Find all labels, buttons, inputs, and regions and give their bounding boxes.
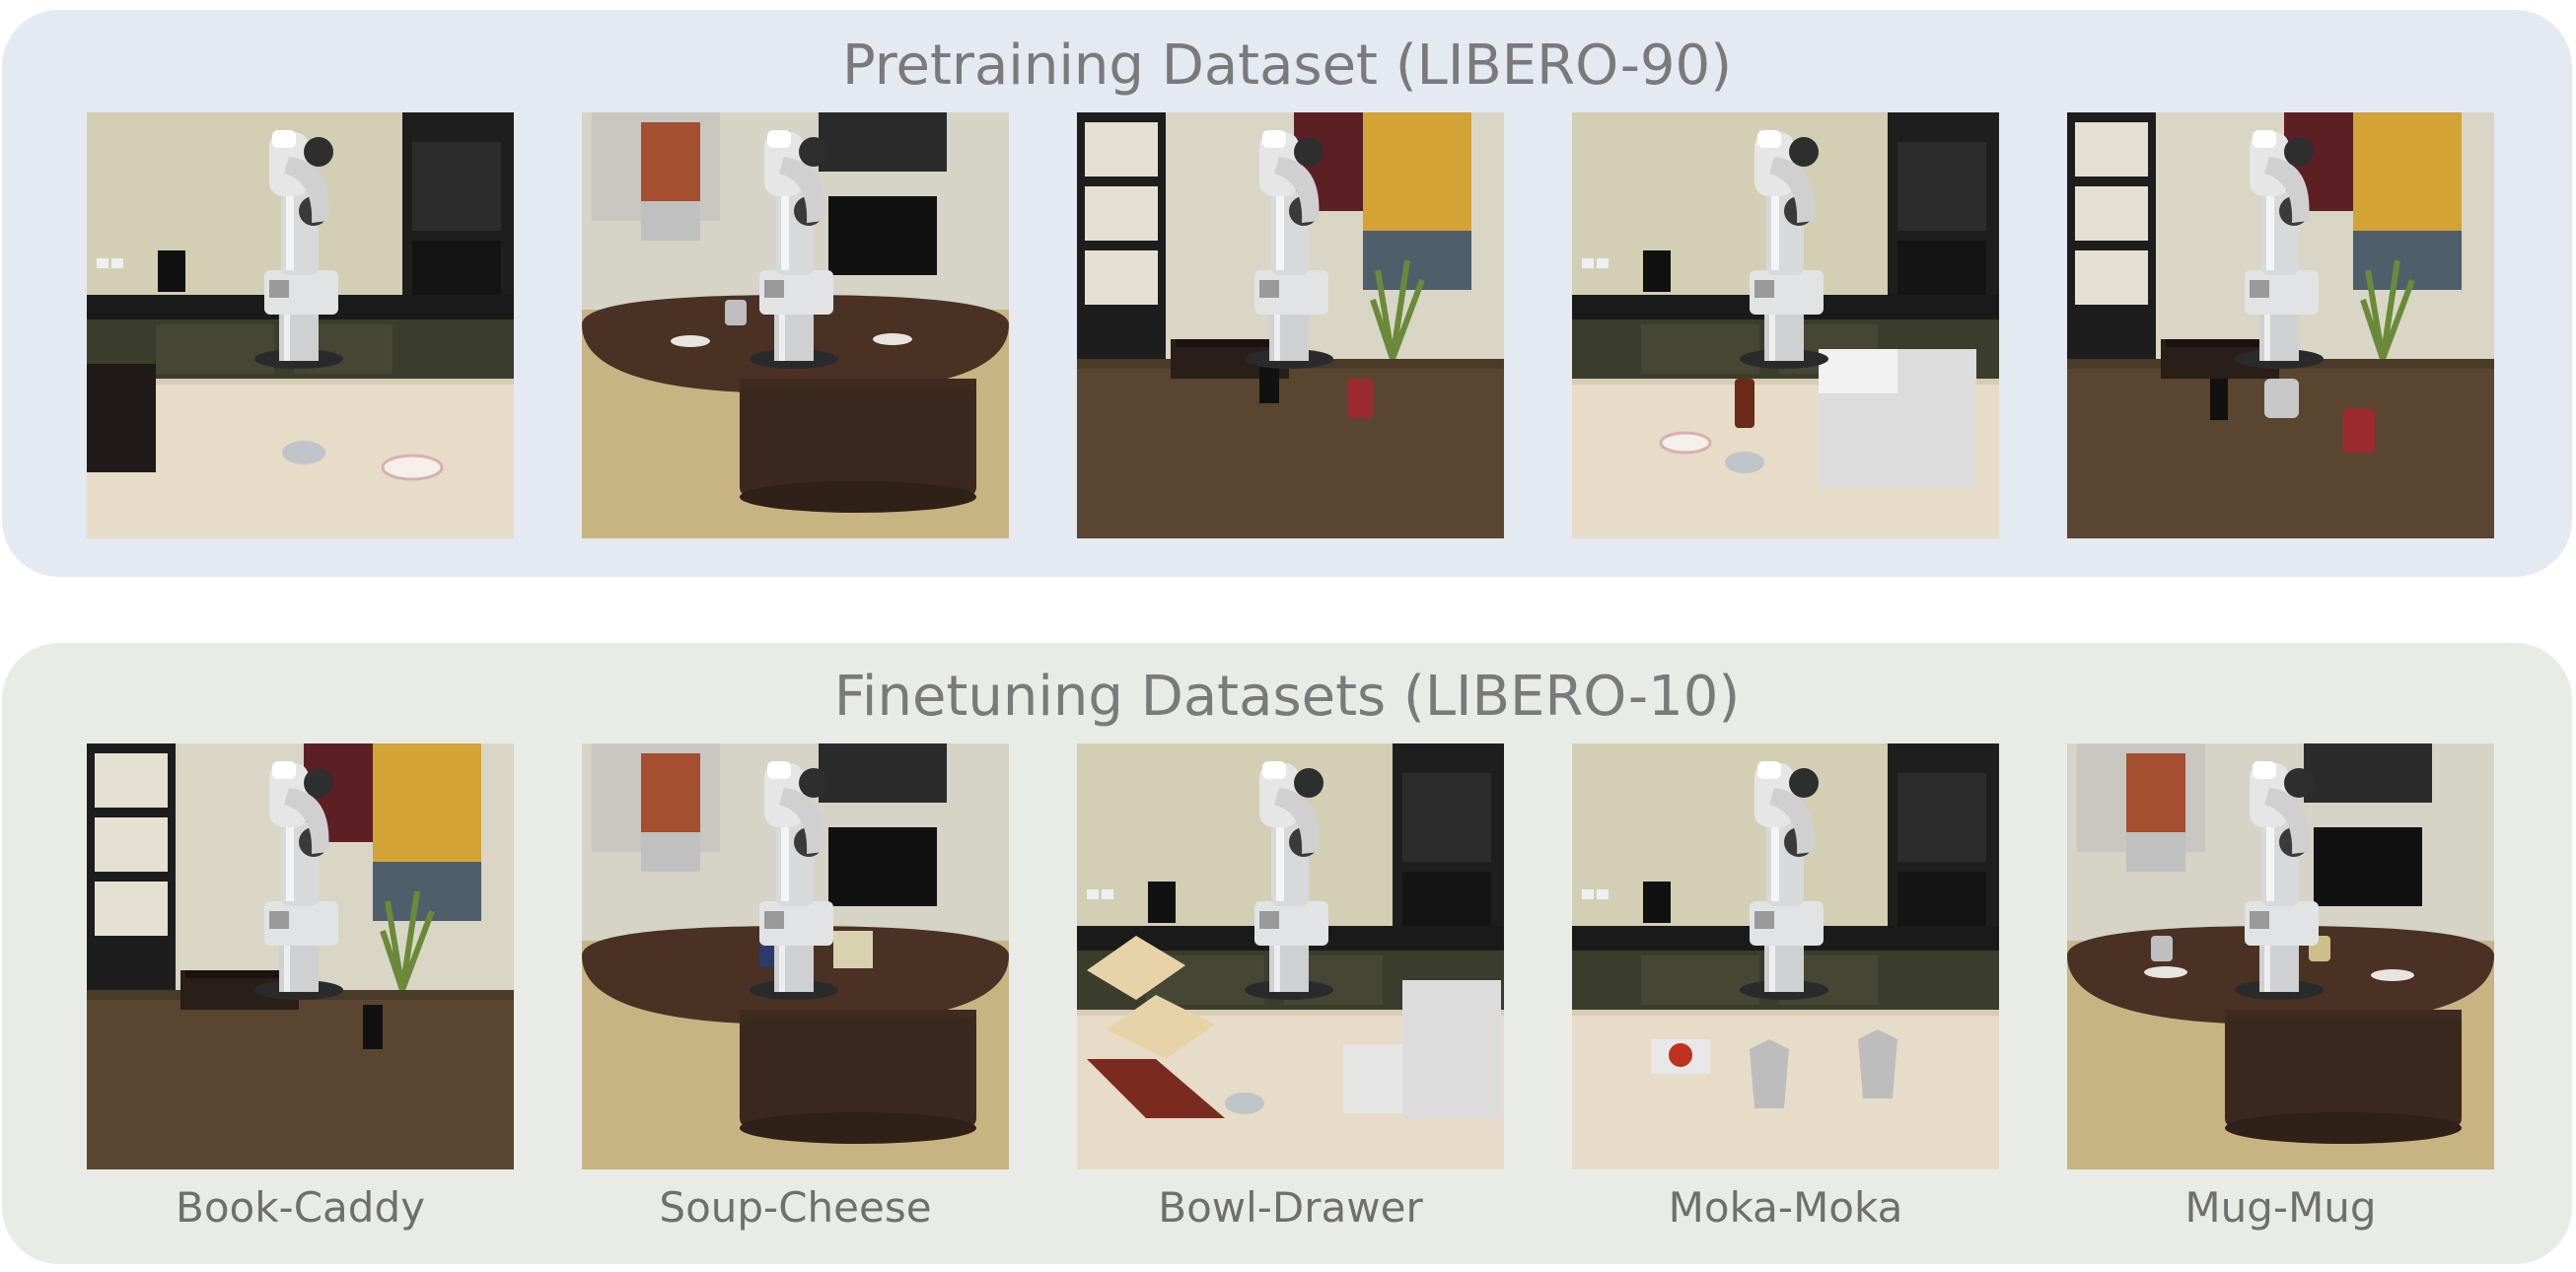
- finetuning-title: Finetuning Datasets (LIBERO-10): [833, 665, 1741, 729]
- caption-moka-moka: Moka-Moka: [1668, 1183, 1903, 1232]
- caption-soup-cheese: Soup-Cheese: [659, 1183, 932, 1232]
- finetuning-scene-moka-moka: [1572, 743, 1999, 1169]
- scene-image: [1077, 743, 1504, 1169]
- pretraining-scene-4: [1572, 112, 1999, 538]
- pretraining-panel: Pretraining Dataset (LIBERO-90): [2, 10, 2572, 577]
- scene-image: [1572, 743, 1999, 1169]
- finetuning-scene-soup-cheese: [582, 743, 1009, 1169]
- scene-image: [1077, 112, 1504, 538]
- finetuning-scene-book-caddy: [87, 743, 514, 1169]
- pretraining-title: Pretraining Dataset (LIBERO-90): [841, 34, 1733, 98]
- scene-image: [582, 112, 1009, 538]
- caption-book-caddy: Book-Caddy: [176, 1183, 425, 1232]
- pretraining-scene-5: [2067, 112, 2494, 538]
- pretraining-scene-2: [582, 112, 1009, 538]
- scene-image: [2067, 743, 2494, 1169]
- scene-image: [1572, 112, 1999, 538]
- caption-bowl-drawer: Bowl-Drawer: [1158, 1183, 1423, 1232]
- pretraining-scene-3: [1077, 112, 1504, 538]
- finetuning-panel: Finetuning Datasets (LIBERO-10) Book-Cad…: [2, 643, 2572, 1264]
- scene-image: [87, 743, 514, 1169]
- scene-image: [2067, 112, 2494, 538]
- scene-image: [582, 743, 1009, 1169]
- caption-mug-mug: Mug-Mug: [2184, 1183, 2377, 1232]
- finetuning-scene-mug-mug: [2067, 743, 2494, 1169]
- pretraining-scene-1: [87, 112, 514, 538]
- scene-image: [87, 112, 514, 538]
- finetuning-scene-bowl-drawer: [1077, 743, 1504, 1169]
